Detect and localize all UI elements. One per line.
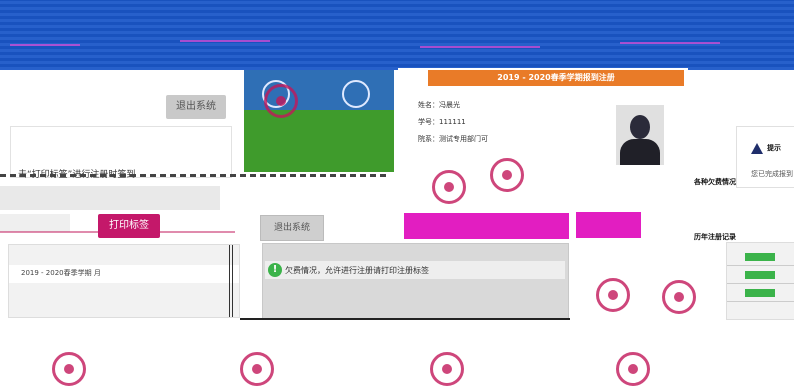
name-label: 姓名： <box>418 101 439 109</box>
dept-value: 测试专用部门可 <box>439 135 488 143</box>
banner-image <box>244 70 394 172</box>
fees-section-title: 各种欠费情况 <box>694 178 736 186</box>
banner-stripe <box>180 40 270 42</box>
scrollbar[interactable] <box>229 245 235 317</box>
id-row: 学号：111111 <box>418 117 466 127</box>
hint-title: 提示 <box>767 144 781 152</box>
seal-icon <box>430 352 464 386</box>
name-row: 姓名：冯晨光 <box>418 100 460 110</box>
history-section-title: 历年注册记录 <box>694 233 736 241</box>
dept-row: 院系：测试专用部门可 <box>418 134 488 144</box>
history-status <box>745 253 775 261</box>
registration-header: 2019 - 2020春季学期报到注册 <box>428 70 684 86</box>
name-value: 冯晨光 <box>439 101 460 109</box>
id-value: 111111 <box>439 118 466 126</box>
photo-body <box>620 139 660 165</box>
seal-icon <box>240 352 274 386</box>
check-icon: ! <box>268 263 282 277</box>
logout-button-secondary[interactable]: 退出系统 <box>260 215 324 241</box>
banner-stripe <box>420 46 540 48</box>
divider <box>727 283 794 284</box>
history-table <box>726 242 794 320</box>
divider <box>727 265 794 266</box>
logout-button[interactable]: 退出系统 <box>166 95 226 119</box>
seal-icon <box>490 158 524 192</box>
history-status <box>745 289 775 297</box>
divider <box>727 301 794 302</box>
placeholder-bar <box>0 186 220 210</box>
seal-icon <box>52 352 86 386</box>
seal-icon <box>616 352 650 386</box>
status-message: 欠费情况，允许进行注册请打印注册标签 <box>285 266 429 275</box>
hint-text: 您已完成报到 <box>751 170 793 178</box>
history-status <box>745 271 775 279</box>
divider <box>240 318 570 320</box>
seal-icon <box>662 280 696 314</box>
dept-label: 院系： <box>418 135 439 143</box>
print-label-button[interactable]: 打印标签 <box>98 214 160 238</box>
seal-icon <box>596 278 630 312</box>
redacted-block <box>576 212 641 238</box>
warning-icon <box>751 143 763 154</box>
top-banner <box>0 0 794 70</box>
status-panel: ! 欠费情况，允许进行注册请打印注册标签 <box>262 243 569 319</box>
banner-stripe <box>10 44 80 46</box>
seal-icon <box>264 84 298 118</box>
divider <box>0 174 390 177</box>
hint-dialog: 提示 您已完成报到 <box>736 126 794 188</box>
photo-head <box>630 115 650 139</box>
logo-icon <box>342 80 370 108</box>
id-label: 学号： <box>418 118 439 126</box>
seal-icon <box>432 170 466 204</box>
placeholder-bar <box>0 214 70 232</box>
banner-stripe <box>620 42 720 44</box>
semester-cell: 2019 - 2020春季学期 月 <box>21 269 101 277</box>
redacted-block <box>404 213 569 239</box>
student-photo <box>616 105 664 165</box>
semester-table: 2019 - 2020春季学期 月 <box>8 244 240 318</box>
